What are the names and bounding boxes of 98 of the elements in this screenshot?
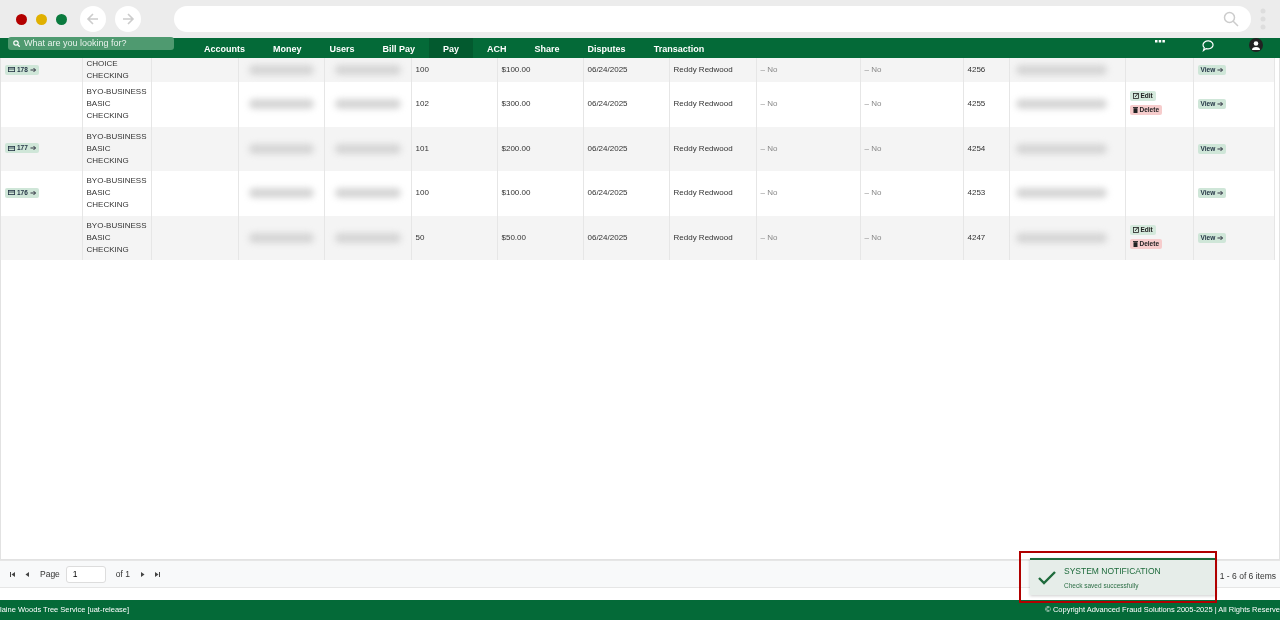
amount: $200.00 [501,143,531,153]
date: 06/24/2025 [587,232,628,242]
user-name: Reddy Redwood [673,99,733,109]
amount: $300.00 [501,99,531,109]
status-text: – No [864,143,882,153]
next-page-icon [140,571,146,577]
items-summary: 1 - 6 of 6 items [1219,570,1276,583]
arrow-icon [29,145,36,152]
search-icon [13,40,20,47]
nav-tab[interactable]: Bill Pay [368,38,430,58]
check-number: 100 [415,65,429,74]
record-id: 4254 [967,143,986,153]
status-text: – No [760,188,778,198]
nav-tab[interactable]: Share [520,38,574,58]
trash-icon [1132,107,1138,114]
user-name: Reddy Redwood [673,232,733,242]
status-text: – No [760,143,778,153]
grid-icon[interactable] [1155,40,1165,45]
card-icon [8,145,15,151]
redacted-block [248,188,314,199]
user-avatar-icon[interactable] [1249,38,1263,52]
redacted-block [248,65,314,75]
card-icon [8,190,15,196]
status-text: – No [760,232,778,242]
arrow-icon [29,189,36,196]
window-control-icon[interactable] [56,13,67,25]
pencil-icon [1132,226,1139,233]
last-page-button[interactable] [155,571,161,577]
arrow-icon [29,66,36,73]
check-number: 50 [415,232,425,242]
trash-icon [1132,240,1138,247]
date: 06/24/2025 [587,99,628,109]
status-text: – No [760,65,778,74]
user-name: Reddy Redwood [673,65,733,74]
arrow-icon [1217,145,1224,152]
amount: $50.00 [501,232,526,242]
arrow-icon [1217,234,1224,241]
account-name: BYO-BUSINESS BASIC CHECKING [86,130,147,167]
amount: $100.00 [501,65,531,74]
record-id: 4247 [967,232,986,242]
nav-tab[interactable]: Accounts [190,38,259,58]
next-page-button[interactable] [140,571,146,577]
forward-arrow-icon [121,12,135,26]
account-name: CHOICE CHECKING [86,58,130,82]
checkmark-icon [1038,570,1056,585]
nav-tab[interactable]: Users [315,38,369,58]
redacted-block [248,143,314,154]
status-text: – No [864,188,882,198]
notification-title: SYSTEM NOTIFICATION [1064,564,1161,578]
redacted-block [334,188,401,199]
check-number: 102 [415,99,429,109]
window-control-icon[interactable] [16,13,27,25]
account-name: BYO-BUSINESS BASIC CHECKING [86,86,147,123]
card-icon [8,67,15,72]
amount: $100.00 [501,188,531,198]
redacted-block [334,65,401,75]
user-name: Reddy Redwood [673,188,733,198]
nav-tab[interactable]: ACH [473,38,521,58]
pencil-icon [1132,93,1139,100]
arrow-icon [1217,67,1224,73]
status-text: – No [760,99,778,109]
redacted-block [248,232,314,243]
redacted-block [334,232,401,243]
account-name: BYO-BUSINESS BASIC CHECKING [86,175,147,212]
user-name: Reddy Redwood [673,143,733,153]
first-page-button[interactable] [10,571,15,577]
first-page-icon [10,571,15,577]
page-label: Page [40,567,60,581]
status-text: – No [864,232,882,242]
check-number: 100 [415,188,429,198]
page-input[interactable]: 1 [65,565,106,583]
nav-tab[interactable]: Disputes [573,38,640,58]
record-id: 4255 [967,99,986,109]
date: 06/24/2025 [587,188,628,198]
record-id: 4256 [967,65,986,74]
previous-page-button[interactable] [25,571,30,577]
arrow-icon [1217,190,1224,197]
date: 06/24/2025 [587,65,628,74]
date: 06/24/2025 [587,143,628,153]
status-text: – No [864,65,882,74]
search-icon [1223,11,1239,27]
redacted-block [334,143,401,154]
status-text: – No [864,99,882,109]
account-name: BYO-BUSINESS BASIC CHECKING [86,219,147,256]
previous-page-icon [25,571,30,577]
chat-icon[interactable] [1202,40,1215,52]
page-count: of 1 [115,567,131,581]
back-arrow-icon [86,12,100,26]
check-number: 101 [415,143,429,153]
nav-tab[interactable]: Money [259,38,316,58]
nav-tab[interactable]: Pay [429,38,474,58]
last-page-icon [155,571,161,577]
search-field[interactable]: What are you looking for? [8,37,174,50]
redacted-block [248,99,314,110]
redacted-block [334,99,401,110]
nav-tab[interactable]: Transaction [639,38,719,58]
record-id: 4253 [967,188,986,198]
arrow-icon [1217,101,1224,108]
